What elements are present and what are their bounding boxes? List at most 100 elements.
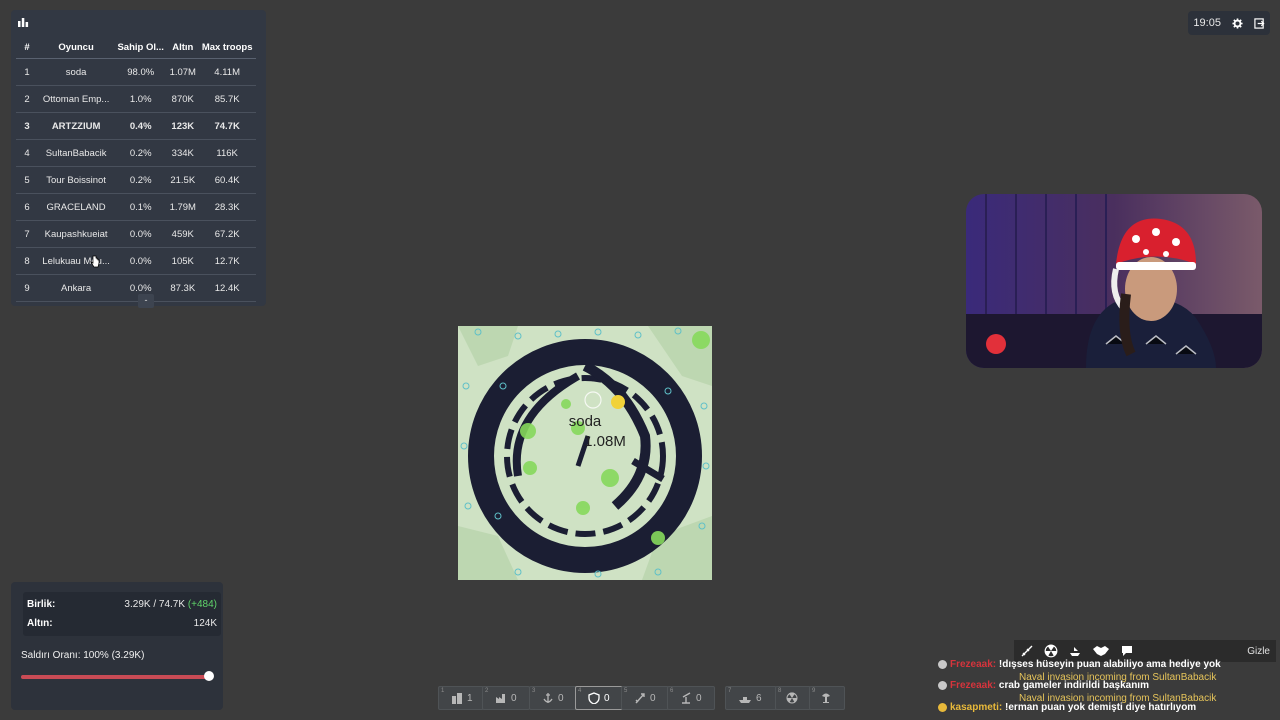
game-map[interactable]: soda 1.08M [458,326,712,580]
leaderboard-row[interactable]: 4 SultanBabacik 0.2% 334K 116K [16,139,256,167]
rank: 4 [16,139,38,167]
user-badge-icon [938,680,947,690]
gold: 870K [167,85,199,113]
owned-percent: 0.4% [114,112,168,140]
hotkey: 3 [532,688,536,694]
hotkey: 2 [485,688,489,694]
gold: 123K [167,112,199,140]
player-name: Tour Boissinot [38,166,115,194]
build-factory-button[interactable]: 2 0 [482,686,530,710]
chat-username: Frezeaak: [950,680,997,691]
build-port-button[interactable]: 3 0 [529,686,577,710]
player-name: Lelukuau Mou... [38,247,115,275]
game-clock: 19:05 [1193,17,1221,29]
exit-icon[interactable] [1253,17,1265,29]
handshake-icon[interactable] [1092,644,1110,658]
map-canvas[interactable]: soda 1.08M [458,326,712,580]
factory-count: 0 [511,692,517,704]
user-badge-icon [938,659,947,669]
col-gold[interactable]: Altın [167,36,199,59]
max-troops: 12.4K [198,274,256,302]
chat-text: !erman puan yok demişti diye hatırlıyom [1005,702,1197,713]
owned-percent: 0.2% [114,139,168,167]
chat-icon[interactable] [1120,644,1134,658]
gear-icon[interactable] [1232,17,1243,29]
max-troops: 116K [198,139,256,167]
leaderboard-row[interactable]: 9 Ankara 0.0% 87.3K 12.4K [16,274,256,302]
mouse-cursor-icon [90,255,100,268]
leaderboard-row[interactable]: 7 Kaupashkueiat 0.0% 459K 67.2K [16,220,256,248]
owned-percent: 0.2% [114,166,168,194]
rank: 9 [16,274,38,302]
player-name: ARTZZIUM [38,112,115,140]
sam-launcher-icon [682,692,691,704]
leaderboard-row[interactable]: 6 GRACELAND 0.1% 1.79M 28.3K [16,193,256,221]
attack-ratio-slider-thumb[interactable] [204,671,214,681]
rank: 1 [16,58,38,86]
col-max-troops[interactable]: Max troops [198,36,256,59]
rank: 8 [16,247,38,275]
leaderboard-collapse-button[interactable]: - [138,294,154,308]
chat-text: !dışses hüseyin puan alabiliyo ama hediy… [998,659,1221,670]
attack-ratio-slider[interactable] [21,675,209,679]
player-name: Ottoman Emp... [38,85,115,113]
build-defense-button[interactable]: 4 0 [575,686,623,710]
hotkey: 9 [812,688,816,694]
warship-icon [739,697,751,703]
boat-icon[interactable] [1068,644,1082,658]
chat-message: kasapmeti: !erman puan yok demişti diye … [938,702,1196,713]
gold: 1.79M [167,193,199,221]
attack-ratio-label: Saldırı Oranı: 100% (3.29K) [21,650,145,661]
rank: 5 [16,166,38,194]
owned-percent: 0.1% [114,193,168,221]
leaderboard-row[interactable]: 2 Ottoman Emp... 1.0% 870K 85.7K [16,85,256,113]
build-city-button[interactable]: 1 1 [438,686,484,710]
leaderboard-icon[interactable] [17,16,29,28]
rank: 3 [16,112,38,140]
defense-count: 0 [604,692,610,704]
build-hydrogen-bomb-button[interactable]: 9 [809,686,845,710]
rank: 2 [16,85,38,113]
chat-hide-button[interactable]: Gizle [1247,646,1270,657]
player-name: Ankara [38,274,115,302]
col-owned[interactable]: Sahip Ol... [114,36,168,59]
gold: 459K [167,220,199,248]
leaderboard-table: # Oyuncu Sahip Ol... Altın Max troops 1 … [16,36,256,302]
max-troops: 67.2K [198,220,256,248]
leaderboard-row-current-player[interactable]: 3 ARTZZIUM 0.4% 123K 74.7K [16,112,256,140]
gold: 21.5K [167,166,199,194]
col-player[interactable]: Oyuncu [38,36,115,59]
city-icon [452,693,462,704]
hotkey: 6 [670,688,674,694]
chat-message: Frezeaak: !dışses hüseyin puan alabiliyo… [938,659,1221,670]
max-troops: 74.7K [198,112,256,140]
gold: 105K [167,247,199,275]
chat-text: crab gameler indirildi başkanım [998,680,1149,691]
sword-icon[interactable] [1020,644,1034,658]
chat-message: Frezeaak: crab gameler indirildi başkanı… [938,680,1149,691]
leaderboard-row[interactable]: 8 Lelukuau Mou... 0.0% 105K 12.7K [16,247,256,275]
owned-percent: 0.0% [114,247,168,275]
nuke-icon [786,692,798,704]
build-missile-silo-button[interactable]: 5 0 [621,686,669,710]
leaderboard-row[interactable]: 1 soda 98.0% 1.07M 4.11M [16,58,256,86]
build-nuke-button[interactable]: 8 [775,686,811,710]
nuclear-icon[interactable] [1044,644,1058,658]
port-icon [543,693,553,703]
city-count: 1 [467,692,473,704]
col-rank[interactable]: # [16,36,38,59]
build-warship-button[interactable]: 7 6 [725,686,777,710]
player-name: SultanBabacik [38,139,115,167]
defense-icon [588,692,600,704]
streamer-webcam [966,194,1262,368]
build-sam-launcher-button[interactable]: 6 0 [667,686,715,710]
hotkey: 4 [578,688,582,694]
troops-value: 3.29K / 74.7K [124,599,186,610]
map-player-name: soda [569,413,602,430]
factory-icon [496,694,505,703]
hydrogen-bomb-icon [822,693,830,703]
sam-launcher-count: 0 [696,692,702,704]
chat-username: Frezeaak: [950,659,997,670]
leaderboard-row[interactable]: 5 Tour Boissinot 0.2% 21.5K 60.4K [16,166,256,194]
rank: 6 [16,193,38,221]
